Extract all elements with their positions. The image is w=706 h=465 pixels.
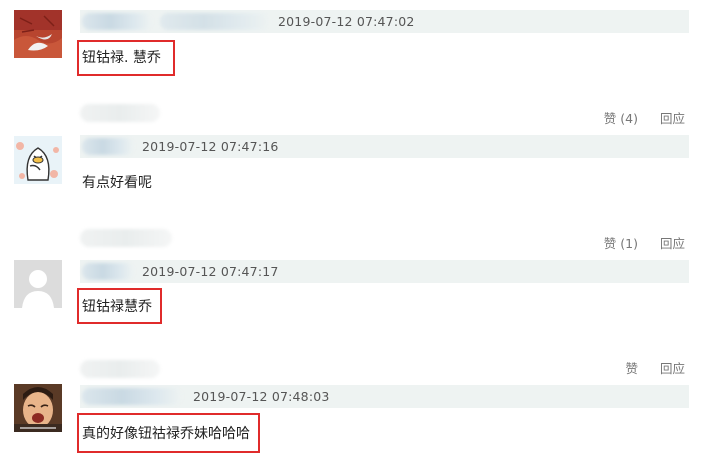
cartoon-duck-avatar-icon: [14, 136, 62, 184]
blurred-username: [160, 13, 270, 30]
user-avatar[interactable]: [14, 10, 62, 58]
feather-photo-avatar-icon: [14, 10, 62, 58]
like-button[interactable]: 赞: [626, 361, 639, 377]
like-label: 赞: [603, 111, 617, 126]
default-user-avatar-icon: [14, 260, 62, 308]
like-button[interactable]: 赞 (4): [604, 111, 638, 127]
user-avatar[interactable]: [14, 260, 62, 308]
like-label: 赞: [603, 236, 617, 251]
comment-text: 有点好看呢: [82, 175, 152, 191]
comment-timestamp: 2019-07-12 07:47:02: [278, 14, 415, 29]
comment-feed: 2019-07-12 07:47:02 钮钴禄. 慧乔 赞 (4) 回应 201…: [0, 0, 706, 465]
crying-meme-avatar-icon: [14, 384, 62, 432]
comment-meta-bar: 2019-07-12 07:47:02: [80, 10, 689, 33]
user-avatar[interactable]: [14, 136, 62, 184]
comment-meta-bar: 2019-07-12 07:47:16: [80, 135, 689, 158]
blurred-username: [82, 388, 182, 405]
comment-meta-bar: 2019-07-12 07:48:03: [80, 385, 689, 408]
comment-timestamp: 2019-07-12 07:47:16: [142, 139, 279, 154]
reply-button[interactable]: 回应: [660, 111, 685, 127]
comment-actions: 赞 (4) 回应: [604, 111, 685, 127]
like-count: (4): [620, 111, 639, 126]
like-count: (1): [620, 236, 639, 251]
like-button[interactable]: 赞 (1): [604, 236, 638, 252]
comment-text: 真的好像钮祜禄乔妹哈哈哈: [82, 426, 250, 442]
blurred-reply-row: [80, 229, 172, 247]
reply-button[interactable]: 回应: [660, 361, 685, 377]
blurred-username: [82, 13, 152, 30]
blurred-username: [82, 138, 134, 155]
comment-text: 钮钴禄. 慧乔: [82, 50, 161, 66]
blurred-username: [82, 263, 134, 280]
comment-timestamp: 2019-07-12 07:48:03: [193, 389, 330, 404]
user-avatar[interactable]: [14, 384, 62, 432]
comment-text: 钮钴禄慧乔: [82, 299, 152, 315]
blurred-reply-row: [80, 104, 160, 122]
comment-actions: 赞 (1) 回应: [604, 236, 685, 252]
comment-timestamp: 2019-07-12 07:47:17: [142, 264, 279, 279]
blurred-reply-row: [80, 360, 160, 378]
comment-actions: 赞 回应: [626, 361, 686, 377]
reply-button[interactable]: 回应: [660, 236, 685, 252]
like-label: 赞: [625, 361, 639, 376]
comment-meta-bar: 2019-07-12 07:47:17: [80, 260, 689, 283]
